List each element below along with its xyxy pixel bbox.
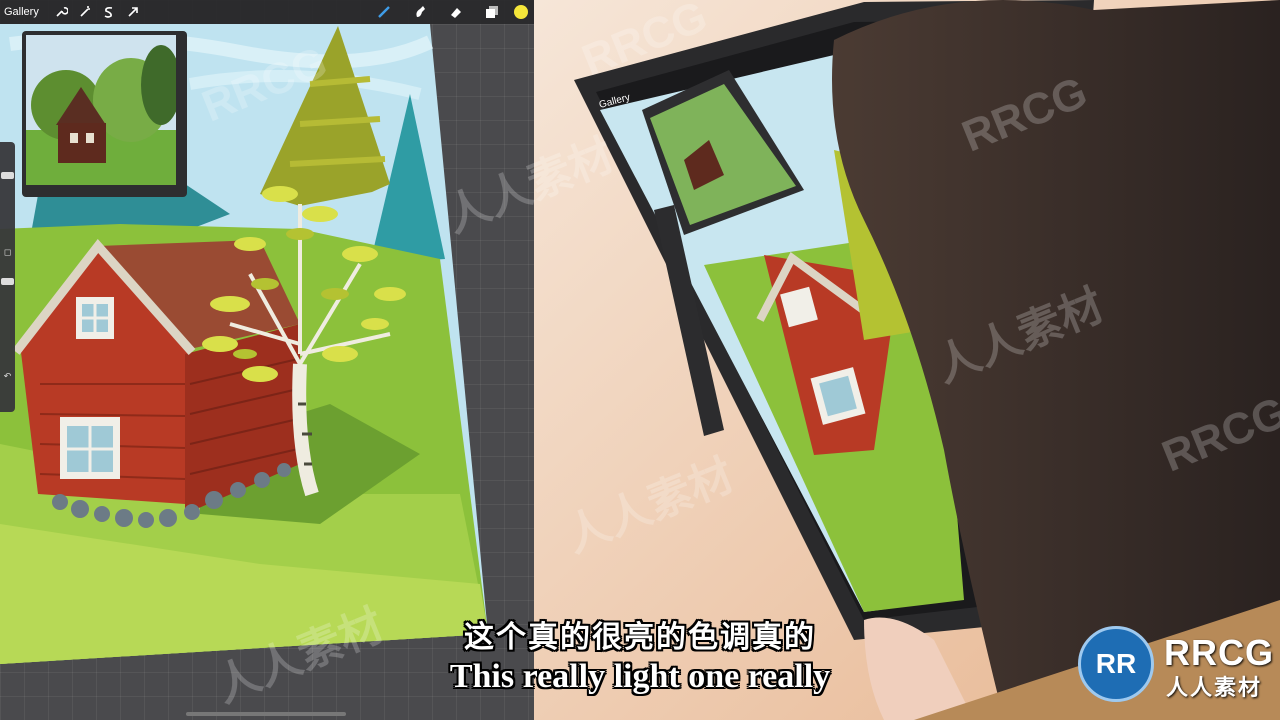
rrcg-logo: RR RRCG 人人素材 [1076,626,1276,706]
procreate-toolbar: Gallery [0,0,534,24]
magic-wand-icon[interactable] [73,0,97,24]
brush-opacity-slider[interactable] [1,278,14,285]
home-indicator [186,712,346,716]
brush-sidebar: ◻ ↶ [0,142,15,412]
layers-icon[interactable] [480,0,504,24]
reference-window[interactable] [22,31,187,197]
eraser-icon[interactable] [444,0,468,24]
brush-icon[interactable] [372,0,396,24]
wrench-icon[interactable] [49,0,73,24]
logo-mark: RR [1078,626,1154,702]
brush-size-slider[interactable] [1,172,14,179]
smudge-icon[interactable] [408,0,432,24]
gallery-button[interactable]: Gallery [4,6,39,18]
undo-button[interactable]: ↶ [1,370,14,383]
selection-icon[interactable] [97,0,121,24]
color-picker-button[interactable] [514,5,528,19]
transform-icon[interactable] [121,0,145,24]
logo-subtitle: 人人素材 [1166,676,1263,701]
reference-photo [26,35,176,185]
modify-button[interactable]: ◻ [1,246,14,259]
logo-title: RRCG [1164,632,1274,673]
